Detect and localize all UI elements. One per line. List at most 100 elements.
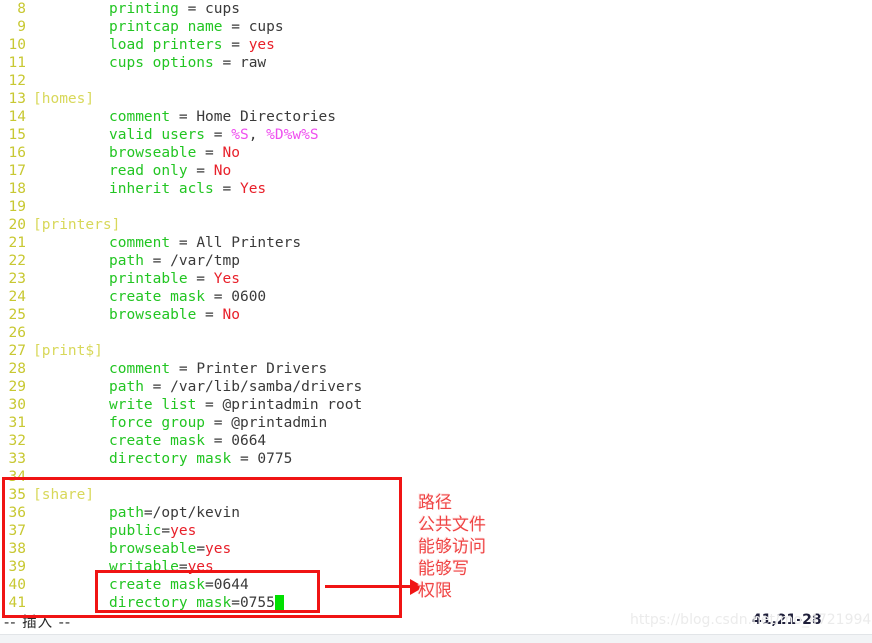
token-op: =	[170, 235, 197, 251]
token-op: =	[213, 55, 240, 71]
line-number: 25	[8, 307, 26, 323]
code-line[interactable]: 28 comment = Printer Drivers	[0, 360, 872, 378]
vim-mode-indicator: -- 插入 --	[4, 615, 72, 631]
token-val: Home Directories	[196, 109, 336, 125]
token-val: cups	[205, 1, 240, 17]
code-line-content: directory mask=0755	[33, 594, 284, 612]
code-line-content: [share]	[33, 486, 94, 504]
token-op: =	[161, 523, 171, 539]
token-val: 0664	[231, 433, 267, 449]
token-val: /var/tmp	[170, 253, 240, 269]
code-line[interactable]: 26	[0, 324, 872, 342]
code-line[interactable]: 19	[0, 198, 872, 216]
code-line[interactable]: 30 write list = @printadmin root	[0, 396, 872, 414]
code-line[interactable]: 31 force group = @printadmin	[0, 414, 872, 432]
code-line[interactable]: 32 create mask = 0664	[0, 432, 872, 450]
code-line-content: [homes]	[33, 90, 94, 108]
token-key: browseable	[109, 541, 197, 557]
code-line[interactable]: 9 printcap name = cups	[0, 18, 872, 36]
token-val: /var/lib/samba/drivers	[170, 379, 363, 395]
code-line[interactable]: 21 comment = All Printers	[0, 234, 872, 252]
line-number: 38	[8, 541, 26, 557]
token-op: =	[196, 307, 223, 323]
code-line-content: directory mask = 0775	[33, 450, 292, 468]
code-line[interactable]: 27 [print$]	[0, 342, 872, 360]
code-line[interactable]: 22 path = /var/tmp	[0, 252, 872, 270]
code-line-content: load printers = yes	[33, 36, 275, 54]
line-number: 23	[8, 271, 26, 287]
code-line-content: comment = Home Directories	[33, 108, 336, 126]
code-line[interactable]: 25 browseable = No	[0, 306, 872, 324]
token-section: [print$]	[33, 343, 103, 359]
code-line-content: path=/opt/kevin	[33, 504, 240, 522]
line-number: 11	[8, 55, 26, 71]
token-op: =	[187, 271, 214, 287]
token-key: write list	[109, 397, 197, 413]
code-line-content: comment = Printer Drivers	[33, 360, 327, 378]
code-line-content: force group = @printadmin	[33, 414, 327, 432]
annotation-label-text: 路径 公共文件 能够访问 能够写 权限	[418, 493, 486, 601]
token-op: =	[178, 1, 206, 17]
code-line[interactable]: 15 valid users = %S, %D%w%S	[0, 126, 872, 144]
token-bool: Yes	[239, 181, 267, 197]
line-number: 24	[8, 289, 26, 305]
line-number: 27	[8, 343, 26, 359]
code-line-content: create mask = 0664	[33, 432, 266, 450]
code-line[interactable]: 13 [homes]	[0, 90, 872, 108]
token-key: inherit acls	[109, 181, 214, 197]
token-key: directory mask	[109, 451, 232, 467]
code-line-content: path = /var/tmp	[33, 252, 240, 270]
token-bool: No	[222, 145, 240, 161]
code-line[interactable]: 16 browseable = No	[0, 144, 872, 162]
code-line[interactable]: 24 create mask = 0600	[0, 288, 872, 306]
code-line[interactable]: 18 inherit acls = Yes	[0, 180, 872, 198]
code-line[interactable]: 17 read only = No	[0, 162, 872, 180]
token-val: @printadmin root	[222, 397, 363, 413]
line-number: 14	[8, 109, 26, 125]
token-val: 0755	[239, 595, 275, 611]
token-key: path	[109, 379, 144, 395]
token-key: force group	[109, 415, 206, 431]
code-line-content: valid users = %S, %D%w%S	[33, 126, 319, 144]
token-key: read only	[109, 163, 188, 179]
code-line-content: inherit acls = Yes	[33, 180, 266, 198]
code-line-content: read only = No	[33, 162, 231, 180]
code-line[interactable]: 11 cups options = raw	[0, 54, 872, 72]
token-op: ,	[248, 127, 267, 143]
line-number: 18	[8, 181, 26, 197]
code-line[interactable]: 23 printable = Yes	[0, 270, 872, 288]
token-op: =	[143, 505, 153, 521]
line-number: 40	[8, 577, 26, 593]
code-line[interactable]: 10 load printers = yes	[0, 36, 872, 54]
line-number: 26	[8, 325, 26, 341]
token-key: printing	[109, 1, 179, 17]
code-line[interactable]: 8 printing = cups	[0, 0, 872, 18]
code-line[interactable]: 14 comment = Home Directories	[0, 108, 872, 126]
code-line[interactable]: 20 [printers]	[0, 216, 872, 234]
token-bool: No	[213, 163, 232, 179]
token-key: browseable	[109, 307, 197, 323]
token-key: printcap name	[109, 19, 223, 35]
code-line[interactable]: 12	[0, 72, 872, 90]
token-bool: Yes	[213, 271, 240, 287]
code-line[interactable]: 29 path = /var/lib/samba/drivers	[0, 378, 872, 396]
token-macro: %S	[231, 127, 249, 143]
token-macro: %D%w%S	[266, 127, 319, 143]
code-line-content: browseable = No	[33, 144, 240, 162]
token-val: 0775	[257, 451, 293, 467]
token-op: =	[231, 595, 240, 611]
line-number: 17	[8, 163, 26, 179]
token-op: =	[205, 433, 232, 449]
token-val: 0644	[213, 577, 249, 593]
code-line[interactable]: 33 directory mask = 0775	[0, 450, 872, 468]
line-number: 29	[8, 379, 26, 395]
code-line[interactable]: 34	[0, 468, 872, 486]
line-number: 41	[8, 595, 26, 611]
token-key: directory mask	[109, 595, 232, 611]
code-line-content: printing = cups	[33, 0, 240, 18]
token-op: =	[222, 19, 249, 35]
token-op: =	[187, 163, 214, 179]
token-bool: No	[222, 307, 240, 323]
token-key: cups options	[109, 55, 214, 71]
line-number: 8	[17, 1, 26, 17]
